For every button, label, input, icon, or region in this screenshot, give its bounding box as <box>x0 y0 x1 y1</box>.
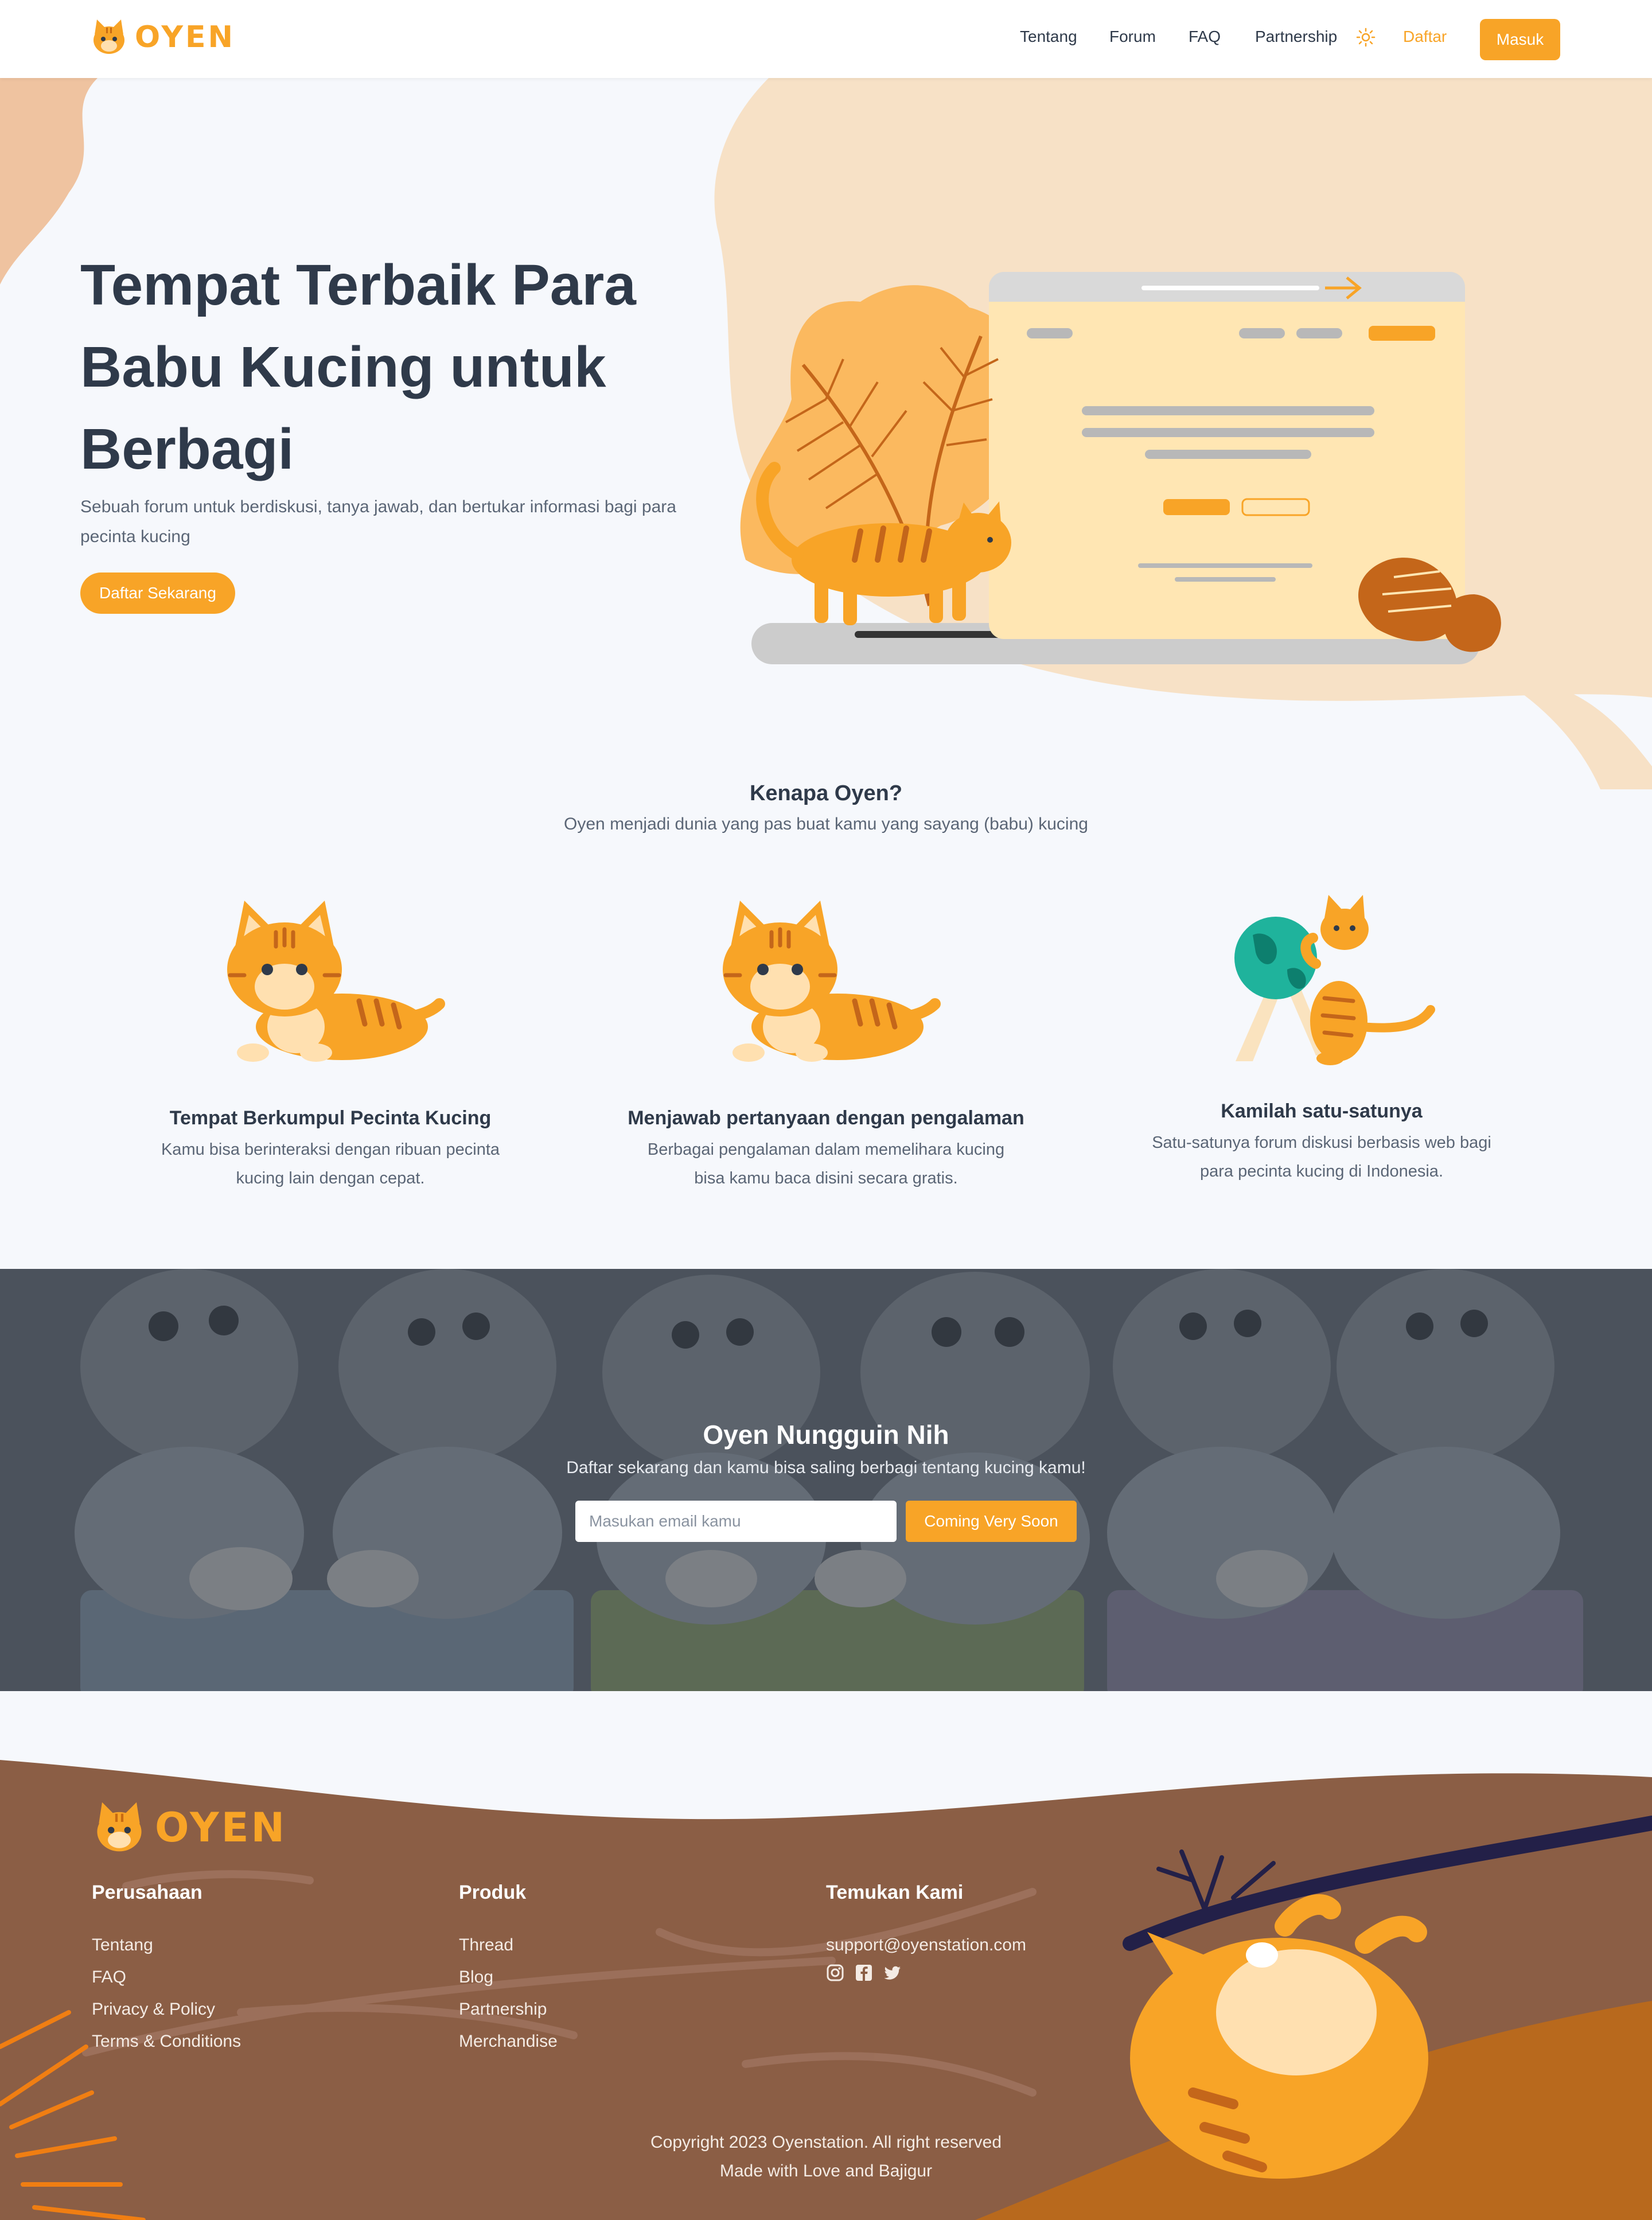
feature-card: Tempat Berkumpul Pecinta Kucing Kamu bis… <box>112 883 548 1193</box>
newsletter-subtitle: Daftar sekarang dan kamu bisa saling ber… <box>566 1458 1086 1477</box>
footer-link-privacy[interactable]: Privacy & Policy <box>92 1993 241 2026</box>
footer: OYEN Perusahaan Tentang FAQ Privacy & Po… <box>0 1691 1652 2220</box>
footer-column-company: Perusahaan Tentang FAQ Privacy & Policy … <box>92 1882 241 2058</box>
cat-lying-icon <box>723 901 941 1062</box>
nav-faq[interactable]: FAQ <box>1189 28 1221 46</box>
footer-heading: Temukan Kami <box>826 1882 964 1903</box>
nav-register-link[interactable]: Daftar <box>1403 28 1447 46</box>
facebook-icon[interactable] <box>855 1964 873 1982</box>
hero-subtitle: Sebuah forum untuk berdiskusi, tanya jaw… <box>80 497 676 546</box>
logo[interactable]: OYEN <box>89 17 235 57</box>
footer-link-tentang[interactable]: Tentang <box>92 1929 241 1961</box>
newsletter-title: Oyen Nungguin Nih <box>703 1420 949 1450</box>
feature-description: Satu-satunya forum diskusi berbasis web … <box>1152 1134 1491 1181</box>
feature-card: Kamilah satu-satunya Satu-satunya forum … <box>1104 883 1540 1186</box>
feature-description: Kamu bisa berinteraksi dengan ribuan pec… <box>161 1140 500 1187</box>
footer-heading: Perusahaan <box>92 1882 202 1903</box>
twitter-icon[interactable] <box>883 1964 902 1982</box>
kittens-background-image <box>0 1269 1652 1691</box>
nav-forum[interactable]: Forum <box>1109 28 1156 46</box>
coming-soon-button[interactable]: Coming Very Soon <box>906 1501 1077 1542</box>
logo-wordmark: OYEN <box>155 1804 287 1851</box>
logo-wordmark: OYEN <box>135 20 236 54</box>
feature-title: Kamilah satu-satunya <box>1221 1100 1423 1122</box>
footer-link-faq[interactable]: FAQ <box>92 1961 241 1993</box>
footer-column-find-us: Temukan Kami support@oyenstation.com <box>826 1882 1026 1982</box>
nav-partnership[interactable]: Partnership <box>1255 28 1337 46</box>
nav-links: Tentang Forum FAQ Partnership Daftar Mas… <box>964 0 1652 78</box>
feature-description: Berbagai pengalaman dalam memelihara kuc… <box>647 1140 1005 1187</box>
footer-link-terms[interactable]: Terms & Conditions <box>92 2026 241 2058</box>
footer-link-blog[interactable]: Blog <box>459 1961 558 1993</box>
hero-section: Tempat Terbaik Para Babu Kucing untuk Be… <box>0 78 1652 789</box>
copyright-text: Copyright 2023 Oyenstation. All right re… <box>650 2133 1002 2152</box>
footer-link-partnership[interactable]: Partnership <box>459 1993 558 2026</box>
footer-logo[interactable]: OYEN <box>91 1799 287 1856</box>
feature-card: Menjawab pertanyaan dengan pengalaman Be… <box>608 883 1044 1193</box>
footer-heading: Produk <box>459 1882 527 1903</box>
cat-lying-icon <box>227 901 445 1062</box>
cat-logo-icon <box>97 1802 142 1852</box>
copyright: Copyright 2023 Oyenstation. All right re… <box>0 2128 1652 2186</box>
email-input[interactable] <box>575 1501 897 1542</box>
instagram-icon[interactable] <box>826 1964 844 1982</box>
login-button[interactable]: Masuk <box>1480 19 1560 60</box>
support-email-link[interactable]: support@oyenstation.com <box>826 1929 1026 1961</box>
cat-logo-icon <box>93 20 124 54</box>
hero-illustration <box>740 272 1501 664</box>
sun-icon[interactable] <box>1356 28 1376 47</box>
newsletter-section: Oyen Nungguin Nih Daftar sekarang dan ka… <box>0 1269 1652 1691</box>
navbar: OYEN Tentang Forum FAQ Partnership Dafta… <box>0 0 1652 78</box>
hero-title: Tempat Terbaik Para Babu Kucing untuk Be… <box>80 253 636 481</box>
footer-tagline: Made with Love and Bajigur <box>719 2161 933 2180</box>
why-subtitle: Oyen menjadi dunia yang pas buat kamu ya… <box>564 815 1088 834</box>
footer-link-thread[interactable]: Thread <box>459 1929 558 1961</box>
footer-column-products: Produk Thread Blog Partnership Merchandi… <box>459 1882 558 2058</box>
feature-title: Menjawab pertanyaan dengan pengalaman <box>628 1107 1024 1129</box>
footer-link-merchandise[interactable]: Merchandise <box>459 2026 558 2058</box>
why-title: Kenapa Oyen? <box>749 781 903 805</box>
social-icons <box>826 1964 1026 1982</box>
cat-globe-icon <box>1234 895 1435 1065</box>
feature-title: Tempat Berkumpul Pecinta Kucing <box>169 1107 492 1129</box>
register-now-button[interactable]: Daftar Sekarang <box>80 572 235 614</box>
nav-tentang[interactable]: Tentang <box>1020 28 1077 46</box>
